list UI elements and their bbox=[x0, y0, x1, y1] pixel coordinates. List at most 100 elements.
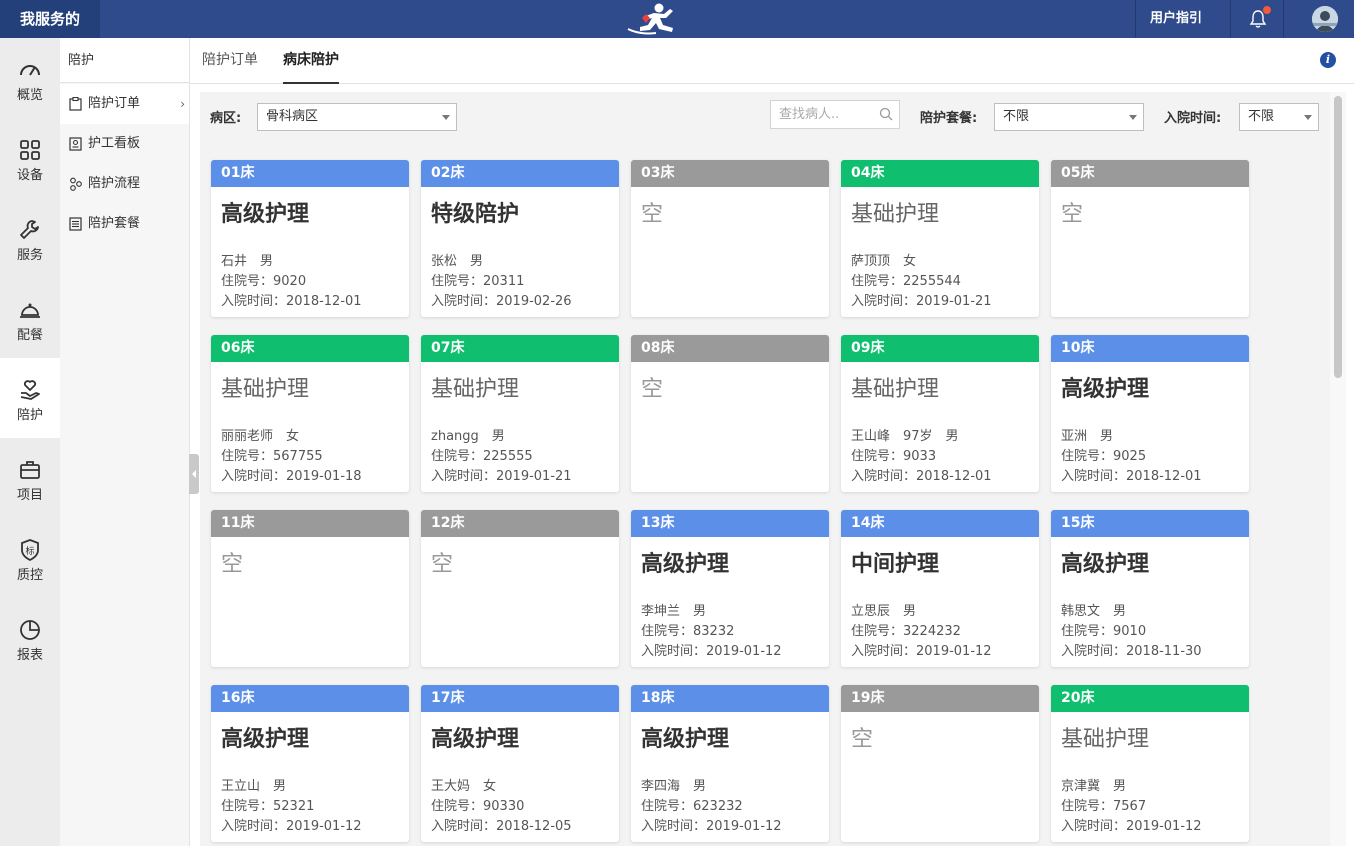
sub-sidebar: 陪护 陪护订单 › 护工看板 陪护流程 陪护套餐 bbox=[60, 38, 190, 846]
bed-card[interactable]: 04床 基础护理 萨顶顶 女住院号：2255544 入院时间：2019-01-21 bbox=[841, 160, 1039, 317]
bed-card[interactable]: 14床 中间护理 立思辰 男住院号：3224232 入院时间：2019-01-12 bbox=[841, 510, 1039, 667]
bed-card[interactable]: 07床 基础护理 zhangg 男住院号：225555 入院时间：2019-01-21 bbox=[421, 335, 619, 492]
admit-time-label: 入院时间： bbox=[431, 819, 497, 834]
nav-quality[interactable]: 标 质控 bbox=[0, 518, 60, 598]
sub-item-label: 陪护流程 bbox=[88, 176, 141, 191]
sub-item-caregiver-board[interactable]: 护工看板 bbox=[60, 124, 189, 164]
tab-bar: 陪护订单 病床陪护 i bbox=[190, 38, 1354, 84]
bed-card[interactable]: 09床 基础护理 王山峰 97岁 男住院号：9033 入院时间：2018-12-01 bbox=[841, 335, 1039, 492]
bed-card[interactable]: 13床 高级护理 李坤兰 男住院号：83232 入院时间：2019-01-12 bbox=[631, 510, 829, 667]
ward-select-value: 骨科病区 bbox=[266, 109, 319, 124]
bed-card[interactable]: 02床 特级陪护 张松 男住院号：20311 入院时间：2019-02-26 bbox=[421, 160, 619, 317]
bed-number: 20床 bbox=[1051, 685, 1249, 712]
info-icon[interactable]: i bbox=[1320, 52, 1336, 68]
nav-label: 陪护 bbox=[16, 408, 43, 423]
admit-time-label: 入院时间： bbox=[641, 819, 707, 834]
inpatient-number: 住院号：9010 bbox=[1061, 620, 1146, 639]
tab-escort-orders[interactable]: 陪护订单 bbox=[202, 38, 258, 84]
bed-number: 09床 bbox=[841, 335, 1039, 362]
service-level: 基础护理 bbox=[431, 377, 520, 402]
flow-icon bbox=[70, 177, 82, 191]
user-avatar[interactable] bbox=[1312, 6, 1338, 32]
patient-search-input[interactable]: 查找病人.. bbox=[770, 100, 900, 129]
heart-hand-icon bbox=[20, 380, 40, 400]
service-level: 基础护理 bbox=[1061, 727, 1150, 752]
nav-catering[interactable]: 配餐 bbox=[0, 278, 60, 358]
user-guide-link[interactable]: 用户指引 bbox=[1134, 0, 1216, 38]
bed-card[interactable]: 10床 高级护理 亚洲 男住院号：9025 入院时间：2018-12-01 bbox=[1051, 335, 1249, 492]
admit-time: 入院时间：2018-12-05 bbox=[431, 815, 572, 834]
patient-name: 萨顶顶 女 bbox=[851, 254, 917, 269]
nav-projects[interactable]: 项目 bbox=[0, 438, 60, 518]
nav-devices[interactable]: 设备 bbox=[0, 118, 60, 198]
bed-card[interactable]: 16床 高级护理 王立山 男住院号：52321 入院时间：2019-01-12 bbox=[211, 685, 409, 842]
sub-item-escort-flow[interactable]: 陪护流程 bbox=[60, 164, 189, 204]
admit-time: 入院时间：2018-11-30 bbox=[1061, 640, 1202, 659]
bed-card[interactable]: 15床 高级护理 韩思文 男住院号：9010 入院时间：2018-11-30 bbox=[1051, 510, 1249, 667]
nav-label: 服务 bbox=[16, 248, 43, 263]
nav-reports[interactable]: 报表 bbox=[0, 598, 60, 678]
bed-card[interactable]: 19床空 bbox=[841, 685, 1039, 842]
app-brand[interactable]: 我服务的 bbox=[0, 0, 100, 38]
notification-button[interactable] bbox=[1230, 0, 1284, 38]
admit-time-select[interactable]: 不限 bbox=[1239, 103, 1319, 131]
inpatient-number-value: 9033 bbox=[903, 449, 937, 464]
admit-time-value: 2018-12-05 bbox=[496, 819, 572, 834]
sub-item-escort-packages[interactable]: 陪护套餐 bbox=[60, 204, 189, 244]
nav-escort[interactable]: 陪护 bbox=[0, 358, 60, 438]
admit-time-value: 2019-01-12 bbox=[1126, 819, 1202, 834]
bed-card[interactable]: 11床空 bbox=[211, 510, 409, 667]
inpatient-number: 住院号：623232 bbox=[641, 795, 743, 814]
nav-overview[interactable]: 概览 bbox=[0, 38, 60, 118]
bed-card[interactable]: 01床 高级护理 石井 男住院号：9020 入院时间：2018-12-01 bbox=[211, 160, 409, 317]
tab-bed-escort[interactable]: 病床陪护 bbox=[283, 38, 339, 84]
ward-select[interactable]: 骨科病区 bbox=[257, 103, 457, 131]
inpatient-number-value: 90330 bbox=[483, 799, 525, 814]
bed-card[interactable]: 08床空 bbox=[631, 335, 829, 492]
inpatient-number: 住院号：83232 bbox=[641, 620, 734, 639]
inpatient-number-label: 住院号： bbox=[431, 449, 484, 464]
inpatient-number-value: 9020 bbox=[273, 274, 307, 289]
admit-time: 入院时间：2018-12-01 bbox=[851, 465, 992, 484]
bed-card[interactable]: 17床 高级护理 王大妈 女住院号：90330 入院时间：2018-12-05 bbox=[421, 685, 619, 842]
patient-name: 立思辰 男 bbox=[851, 604, 917, 619]
scrollbar-thumb[interactable] bbox=[1334, 96, 1342, 378]
bed-number: 14床 bbox=[841, 510, 1039, 537]
patient-name: 李四海 男 bbox=[641, 779, 707, 794]
nav-service[interactable]: 服务 bbox=[0, 198, 60, 278]
inpatient-number-value: 2255544 bbox=[903, 274, 961, 289]
admit-time: 入院时间：2019-01-12 bbox=[641, 815, 782, 834]
bed-empty-label: 空 bbox=[431, 552, 454, 577]
admit-time-label: 入院时间： bbox=[221, 469, 287, 484]
speedometer-icon bbox=[20, 65, 40, 76]
bed-card[interactable]: 03床空 bbox=[631, 160, 829, 317]
service-level: 高级护理 bbox=[1061, 552, 1150, 577]
grid-icon bbox=[20, 140, 40, 160]
admit-time-value: 2019-01-21 bbox=[916, 294, 992, 309]
admit-time: 入院时间：2019-01-12 bbox=[221, 815, 362, 834]
admit-time-label: 入院时间： bbox=[851, 294, 917, 309]
bed-card[interactable]: 18床 高级护理 李四海 男住院号：623232 入院时间：2019-01-12 bbox=[631, 685, 829, 842]
bed-card[interactable]: 12床空 bbox=[421, 510, 619, 667]
bed-card[interactable]: 06床 基础护理 丽丽老师 女住院号：567755 入院时间：2019-01-18 bbox=[211, 335, 409, 492]
service-level: 基础护理 bbox=[851, 377, 940, 402]
bed-number: 19床 bbox=[841, 685, 1039, 712]
admit-time-label: 入院时间： bbox=[1061, 819, 1127, 834]
admit-time-label: 入院时间： bbox=[221, 819, 287, 834]
bed-number: 02床 bbox=[421, 160, 619, 187]
service-level: 中间护理 bbox=[851, 552, 940, 577]
clipboard-icon bbox=[69, 97, 82, 111]
inpatient-number-label: 住院号： bbox=[1061, 449, 1114, 464]
sidebar-collapse-handle[interactable] bbox=[189, 454, 199, 494]
inpatient-number-label: 住院号： bbox=[851, 449, 904, 464]
inpatient-number: 住院号：225555 bbox=[431, 445, 533, 464]
sub-item-escort-orders[interactable]: 陪护订单 › bbox=[60, 84, 189, 124]
content-scrollbar[interactable] bbox=[1330, 92, 1346, 846]
patient-name: 张松 男 bbox=[431, 254, 484, 269]
sub-sidebar-title: 陪护 bbox=[60, 38, 189, 83]
bed-card[interactable]: 20床 基础护理 京津冀 男住院号：7567 入院时间：2019-01-12 bbox=[1051, 685, 1249, 842]
bed-card[interactable]: 05床空 bbox=[1051, 160, 1249, 317]
service-level: 基础护理 bbox=[851, 202, 940, 227]
service-level: 高级护理 bbox=[221, 202, 310, 227]
package-select[interactable]: 不限 bbox=[994, 103, 1144, 131]
